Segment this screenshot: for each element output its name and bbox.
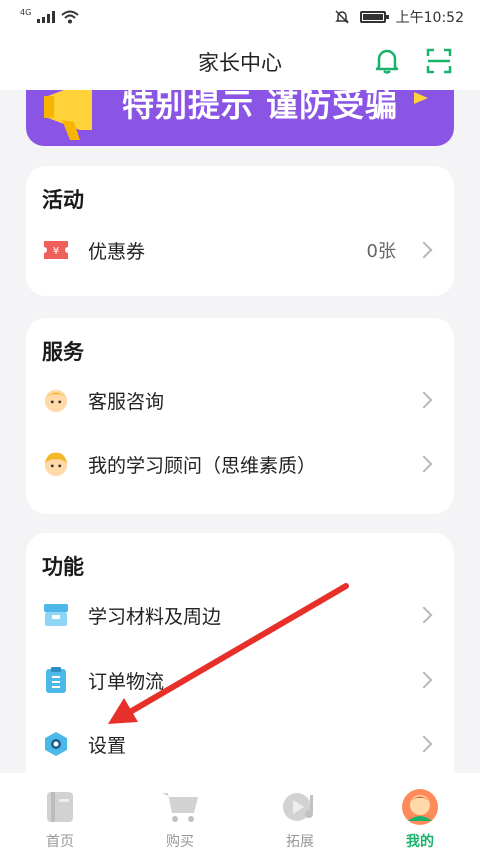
section-title-activity: 活动 <box>42 188 84 212</box>
status-bar: 4G 上午10:52 <box>0 0 480 34</box>
bottom-tab-bar: 首页 购买 拓展 我的 <box>0 773 480 853</box>
banner-tail-icon <box>414 92 428 104</box>
materials-row[interactable]: 学习材料及周边 <box>26 585 454 645</box>
coupon-count: 0张 <box>366 241 396 262</box>
clipboard-icon <box>42 666 70 694</box>
tab-mine[interactable]: 我的 <box>360 773 480 853</box>
customer-service-row[interactable]: 客服咨询 <box>26 370 454 430</box>
section-title-service: 服务 <box>42 340 84 364</box>
status-right: 上午10:52 <box>334 7 464 27</box>
header-actions <box>372 46 454 76</box>
order-logistics-label: 订单物流 <box>88 670 165 693</box>
profile-avatar-icon <box>400 787 440 827</box>
settings-label: 设置 <box>88 734 127 757</box>
tab-expand[interactable]: 拓展 <box>240 773 360 853</box>
signal-icon <box>37 11 56 23</box>
chevron-right-icon <box>415 241 433 259</box>
play-music-icon <box>280 787 320 827</box>
status-time: 上午10:52 <box>395 10 464 26</box>
home-book-icon <box>40 787 80 827</box>
settings-row[interactable]: 设置 <box>26 714 454 774</box>
warning-banner[interactable]: 特别提示 谨防受骗 <box>26 90 454 146</box>
materials-label: 学习材料及周边 <box>88 605 222 628</box>
service-card: 服务 客服咨询 我的学习顾问（思维素质） <box>26 318 454 514</box>
scan-button[interactable] <box>424 46 454 76</box>
megaphone-icon <box>44 90 92 140</box>
network-type: 4G <box>20 7 32 17</box>
tab-home[interactable]: 首页 <box>0 773 120 853</box>
chevron-right-icon <box>415 735 433 753</box>
svg-text:¥: ¥ <box>53 246 59 257</box>
battery-icon <box>359 11 389 23</box>
coupon-row[interactable]: ¥ 优惠券 0张 <box>26 220 454 280</box>
coupon-icon: ¥ <box>42 236 70 264</box>
materials-box-icon <box>42 601 70 629</box>
header: 家长中心 <box>0 34 480 90</box>
function-card: 功能 学习材料及周边 订单物流 设置 <box>26 533 454 793</box>
page-title: 家长中心 <box>198 51 282 75</box>
bell-icon <box>375 49 399 74</box>
advisor-avatar-icon <box>42 450 70 478</box>
status-left: 4G <box>20 7 79 24</box>
section-title-function: 功能 <box>42 555 84 579</box>
chevron-right-icon <box>415 391 433 409</box>
learning-advisor-label: 我的学习顾问（思维素质） <box>88 454 317 477</box>
cart-icon <box>160 787 200 827</box>
coupon-label: 优惠券 <box>88 240 146 263</box>
chevron-right-icon <box>415 455 433 473</box>
customer-service-label: 客服咨询 <box>88 390 165 413</box>
customer-service-avatar-icon <box>42 386 70 414</box>
chevron-right-icon <box>415 671 433 689</box>
chevron-right-icon <box>415 606 433 624</box>
learning-advisor-row[interactable]: 我的学习顾问（思维素质） <box>26 434 454 494</box>
notification-bell-button[interactable] <box>372 46 402 76</box>
tab-buy[interactable]: 购买 <box>120 773 240 853</box>
order-logistics-row[interactable]: 订单物流 <box>26 650 454 710</box>
wifi-icon <box>61 10 79 24</box>
activity-card: 活动 ¥ 优惠券 0张 <box>26 166 454 296</box>
banner-text: 特别提示 谨防受骗 <box>122 90 399 124</box>
scan-icon <box>426 48 452 74</box>
tab-label-home: 首页 <box>46 834 74 850</box>
mute-bell-icon <box>334 10 349 24</box>
tab-label-mine: 我的 <box>406 834 434 850</box>
tab-label-buy: 购买 <box>166 834 194 850</box>
tab-label-expand: 拓展 <box>286 834 314 850</box>
settings-gear-icon <box>42 730 70 758</box>
